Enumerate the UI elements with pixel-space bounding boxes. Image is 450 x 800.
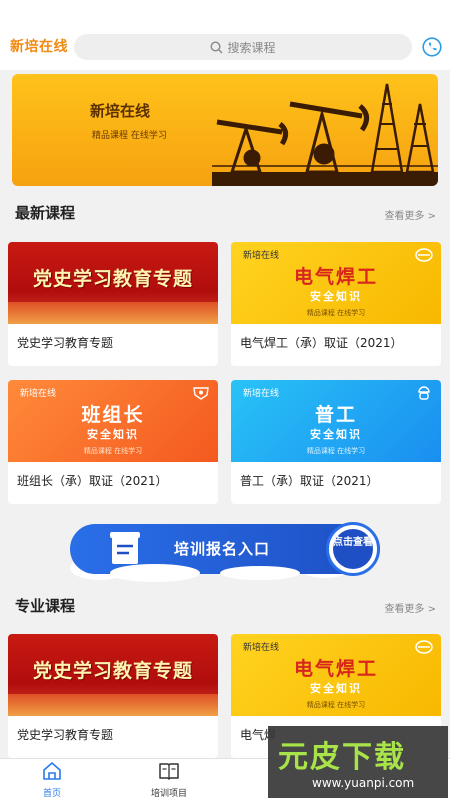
thumbnail-brand: 新培在线 bbox=[243, 643, 280, 653]
home-icon bbox=[43, 762, 61, 780]
thumbnail-text: 党史学习教育专题 bbox=[32, 268, 193, 290]
course-thumbnail: 新培在线 电气焊工 安全知识 精品课程 在线学习 bbox=[231, 634, 441, 716]
course-thumbnail: 党史学习教育专题 bbox=[8, 634, 218, 716]
app-logo: 新培在线 bbox=[10, 39, 68, 55]
thumbnail-heading: 班组长 bbox=[81, 404, 145, 426]
skyline-decoration bbox=[8, 302, 218, 324]
badge-icon bbox=[415, 640, 433, 654]
document-icon bbox=[110, 532, 140, 564]
view-button-label: 点击查看 bbox=[333, 529, 373, 569]
thumbnail-brand: 新培在线 bbox=[243, 389, 280, 399]
hero-banner[interactable]: 新培在线 精品课程 在线学习 bbox=[12, 74, 438, 186]
tab-training-projects[interactable]: 培训项目 bbox=[134, 761, 204, 799]
course-title: 党史学习教育专题 bbox=[17, 336, 114, 350]
search-bar[interactable]: 搜索课程 bbox=[74, 34, 412, 60]
course-title: 普工（承）取证（2021） bbox=[240, 474, 379, 488]
registration-label: 培训报名入口 bbox=[174, 540, 271, 558]
course-thumbnail: 新培在线 班组长 安全知识 精品课程 在线学习 bbox=[8, 380, 218, 462]
worker-icon bbox=[418, 386, 430, 400]
watermark-text: 元皮下载 bbox=[278, 740, 406, 775]
thumbnail-text: 党史学习教育专题 bbox=[32, 660, 193, 682]
latest-view-more[interactable]: 查看更多 > bbox=[384, 207, 436, 222]
course-title: 电气焊工（承）取证（2021） bbox=[240, 336, 403, 350]
course-card-general-worker[interactable]: 新培在线 普工 安全知识 精品课程 在线学习 普工（承）取证（2021） bbox=[231, 380, 441, 504]
site-watermark: 元皮下载 www.yuanpi.com bbox=[268, 726, 448, 798]
course-card-party-history[interactable]: 党史学习教育专题 党史学习教育专题 bbox=[8, 242, 218, 366]
professional-view-more[interactable]: 查看更多 > bbox=[384, 600, 436, 615]
thumbnail-tagline: 精品课程 在线学习 bbox=[306, 309, 366, 317]
watermark-url: www.yuanpi.com bbox=[312, 776, 415, 790]
thumbnail-heading: 电气焊工 bbox=[293, 266, 378, 288]
thumbnail-brand: 新培在线 bbox=[20, 389, 57, 399]
cloud-decoration bbox=[220, 566, 300, 580]
badge-icon bbox=[415, 248, 433, 262]
thumbnail-subheading: 安全知识 bbox=[310, 682, 362, 695]
tab-home[interactable]: 首页 bbox=[17, 761, 87, 799]
banner-title: 新培在线 bbox=[90, 102, 151, 120]
course-thumbnail: 党史学习教育专题 bbox=[8, 242, 218, 324]
thumbnail-heading: 普工 bbox=[314, 404, 357, 426]
thumbnail-tagline: 精品课程 在线学习 bbox=[306, 701, 366, 709]
phone-icon[interactable] bbox=[422, 37, 442, 57]
tab-home-label: 首页 bbox=[42, 789, 61, 799]
skyline-decoration bbox=[8, 694, 218, 716]
view-button[interactable]: 点击查看 bbox=[326, 522, 380, 576]
banner-subtitle: 精品课程 在线学习 bbox=[92, 131, 167, 141]
search-placeholder: 搜索课程 bbox=[227, 40, 276, 55]
search-icon bbox=[210, 40, 223, 53]
thumbnail-heading: 电气焊工 bbox=[293, 658, 378, 680]
thumbnail-brand: 新培在线 bbox=[243, 251, 280, 261]
professional-courses-title: 专业课程 bbox=[15, 597, 76, 615]
app-header: 新培在线 搜索课程 bbox=[0, 0, 450, 70]
course-card-welder[interactable]: 新培在线 电气焊工 安全知识 精品课程 在线学习 电气焊工（承）取证（2021） bbox=[231, 242, 441, 366]
thumbnail-subheading: 安全知识 bbox=[87, 428, 139, 441]
course-card-party-history[interactable]: 党史学习教育专题 党史学习教育专题 bbox=[8, 634, 218, 758]
course-title: 班组长（承）取证（2021） bbox=[17, 474, 168, 488]
thumbnail-tagline: 精品课程 在线学习 bbox=[83, 447, 143, 455]
course-thumbnail: 新培在线 电气焊工 安全知识 精品课程 在线学习 bbox=[231, 242, 441, 324]
thumbnail-tagline: 精品课程 在线学习 bbox=[306, 447, 366, 455]
thumbnail-subheading: 安全知识 bbox=[310, 290, 362, 303]
course-title: 党史学习教育专题 bbox=[17, 728, 114, 742]
oil-pump-illustration bbox=[212, 83, 438, 186]
tab-training-projects-label: 培训项目 bbox=[150, 789, 187, 799]
cloud-decoration bbox=[110, 564, 200, 582]
course-thumbnail: 新培在线 普工 安全知识 精品课程 在线学习 bbox=[231, 380, 441, 462]
latest-courses-title: 最新课程 bbox=[15, 204, 76, 222]
training-registration-banner[interactable]: 培训报名入口 点击查看 bbox=[70, 520, 380, 582]
book-icon bbox=[159, 763, 179, 780]
thumbnail-subheading: 安全知识 bbox=[310, 428, 362, 441]
course-card-team-leader[interactable]: 新培在线 班组长 安全知识 精品课程 在线学习 班组长（承）取证（2021） bbox=[8, 380, 218, 504]
police-badge-icon bbox=[193, 387, 209, 400]
